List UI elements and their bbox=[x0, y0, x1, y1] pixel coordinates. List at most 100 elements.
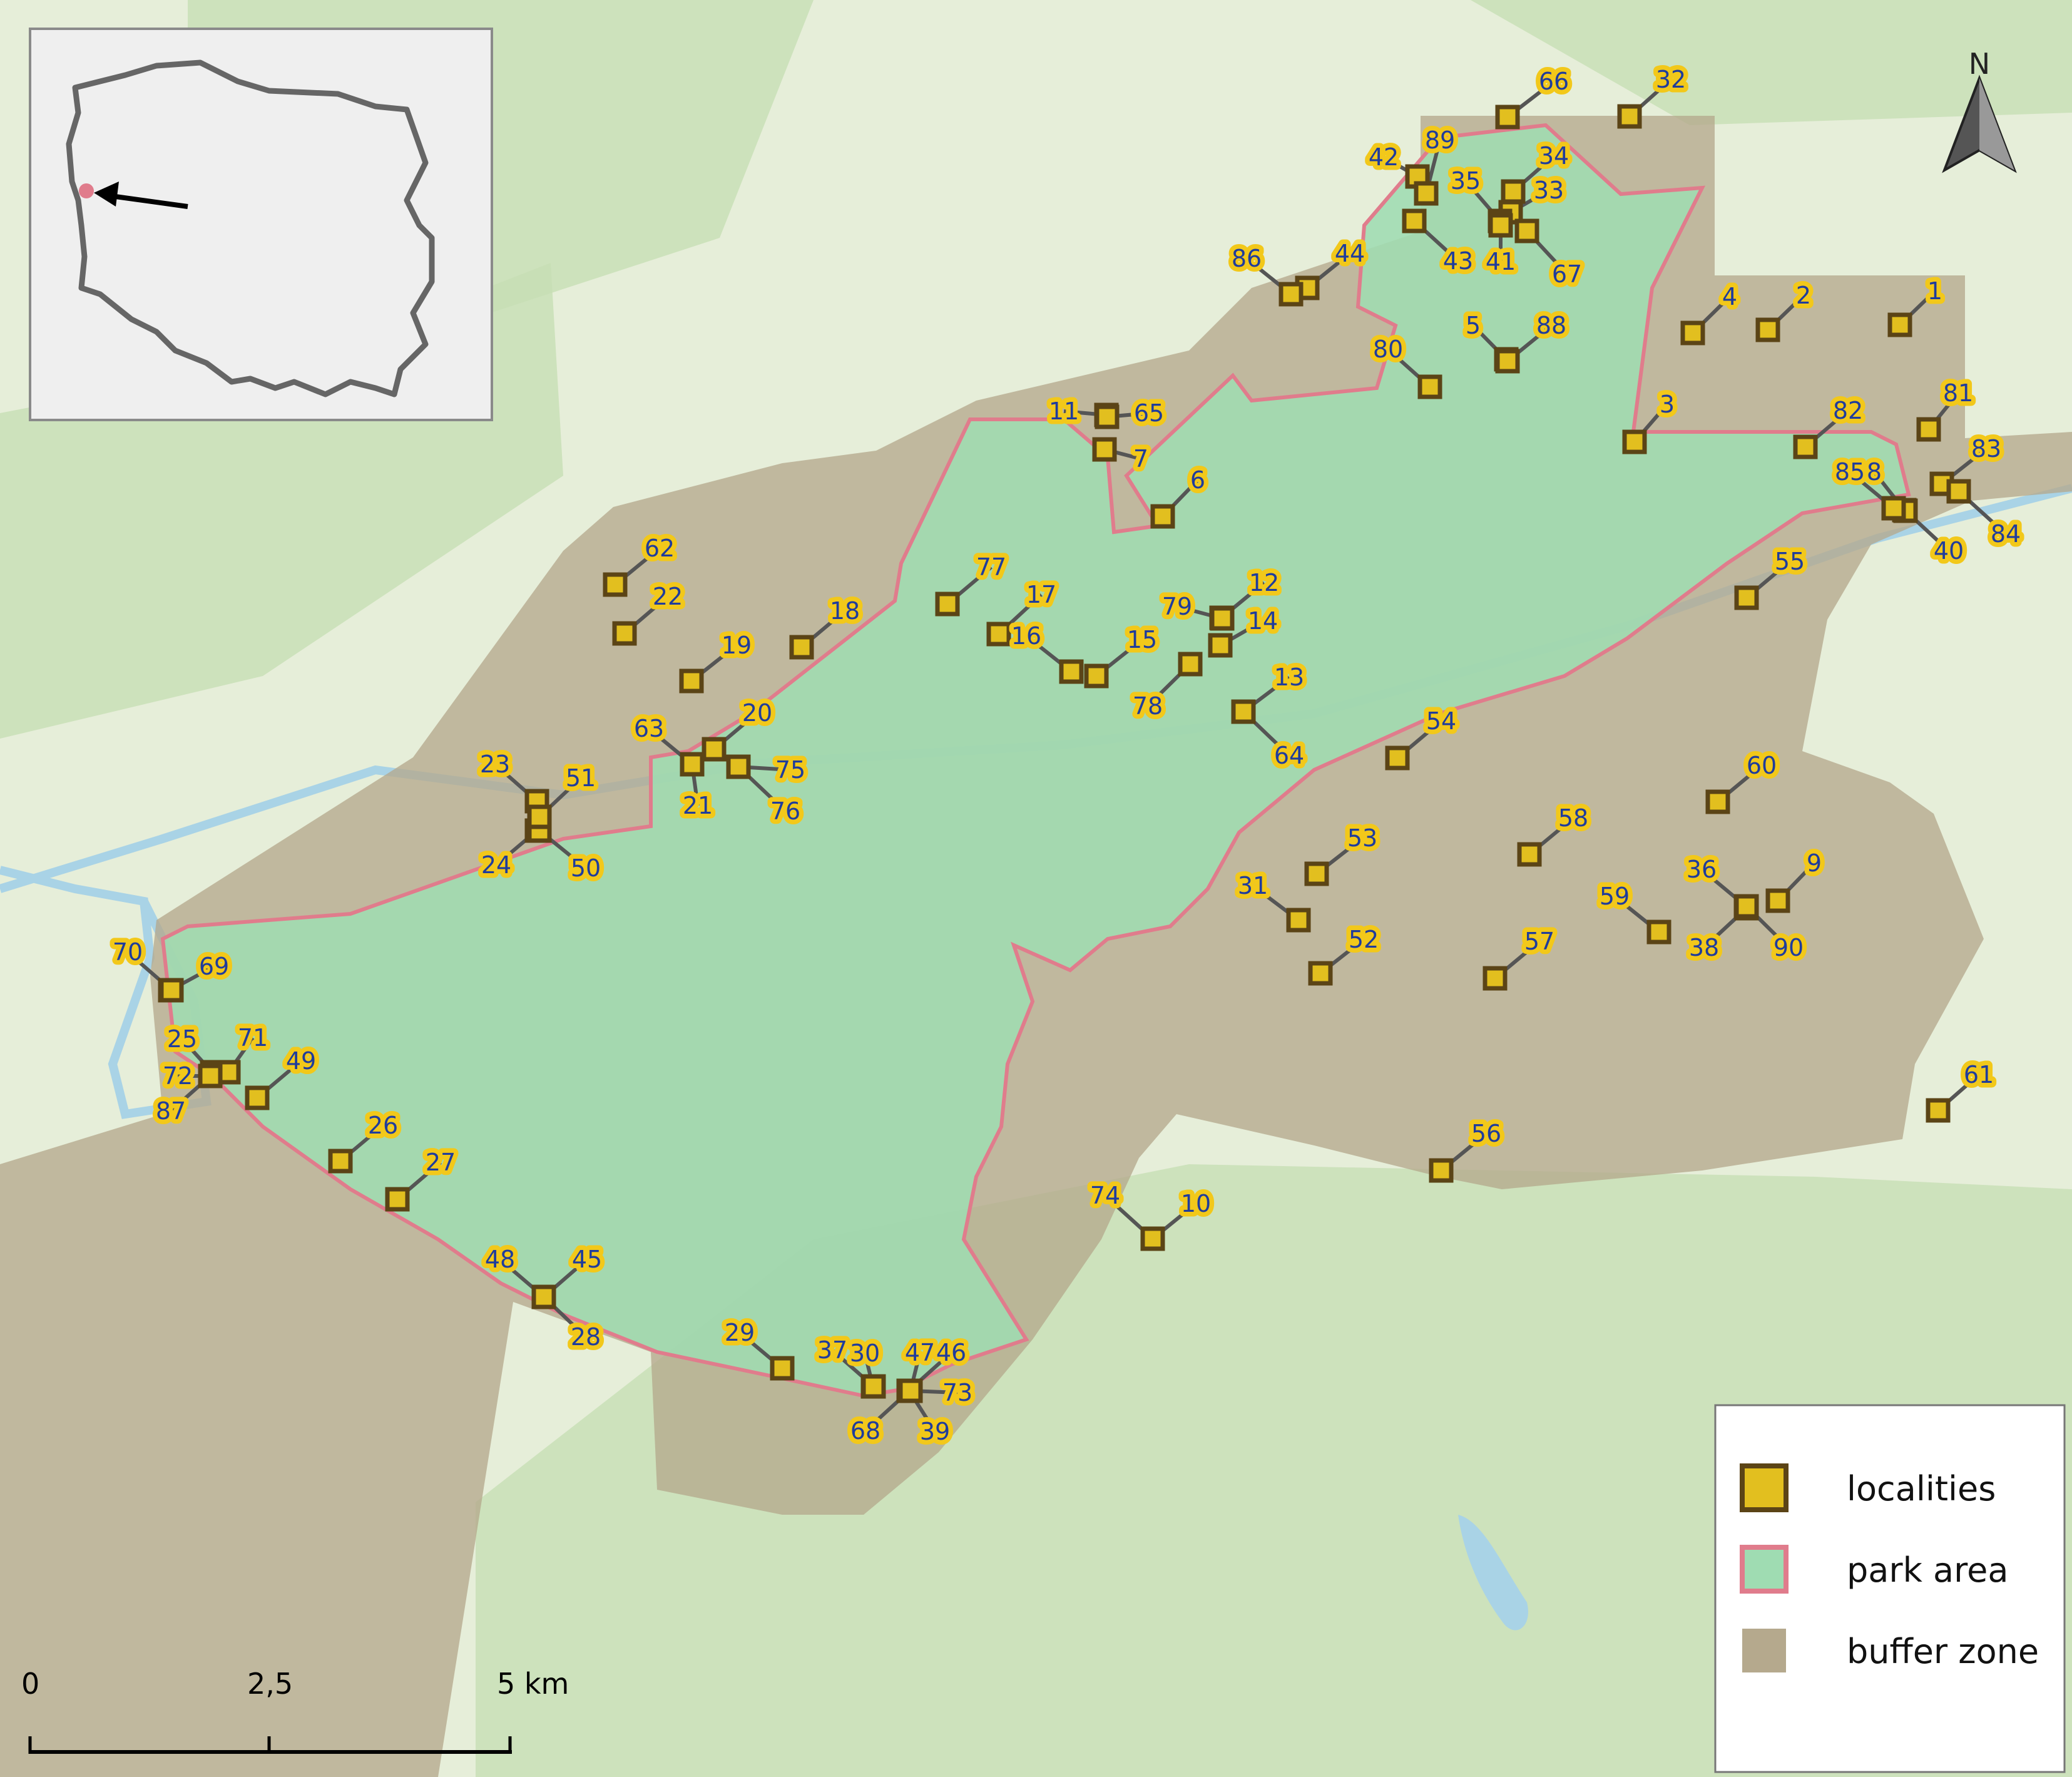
locality-label-72: 72 bbox=[163, 1062, 193, 1090]
locality-label-42: 42 bbox=[1369, 143, 1399, 171]
locality-marker-64 bbox=[1231, 699, 1256, 724]
locality-marker-43 bbox=[1402, 208, 1427, 233]
locality-marker-74 bbox=[1140, 1226, 1165, 1251]
locality-marker-6 bbox=[1150, 504, 1175, 529]
locality-label-14: 14 bbox=[1248, 607, 1278, 635]
locality-marker-77 bbox=[935, 591, 960, 617]
locality-marker-88 bbox=[1495, 349, 1520, 374]
locality-marker-85 bbox=[1881, 496, 1906, 521]
locality-label-73: 73 bbox=[942, 1379, 972, 1406]
locality-marker-60 bbox=[1705, 789, 1730, 814]
locality-marker-53 bbox=[1304, 861, 1329, 886]
locality-label-84: 84 bbox=[1991, 520, 2021, 548]
locality-label-41: 41 bbox=[1486, 248, 1516, 275]
locality-label-15: 15 bbox=[1127, 626, 1157, 653]
locality-label-90: 90 bbox=[1773, 934, 1804, 961]
locality-label-13: 13 bbox=[1274, 663, 1304, 691]
locality-label-33: 33 bbox=[1534, 177, 1564, 204]
locality-label-75: 75 bbox=[775, 756, 805, 784]
locality-label-12: 12 bbox=[1249, 569, 1279, 597]
locality-label-38: 38 bbox=[1689, 934, 1719, 961]
locality-label-52: 52 bbox=[1349, 926, 1379, 953]
locality-marker-63 bbox=[680, 752, 705, 777]
locality-marker-66 bbox=[1495, 105, 1520, 130]
locality-label-53: 53 bbox=[1347, 824, 1377, 852]
locality-marker-19 bbox=[679, 668, 704, 694]
locality-label-55: 55 bbox=[1775, 548, 1805, 575]
locality-label-82: 82 bbox=[1833, 397, 1863, 424]
locality-label-31: 31 bbox=[1238, 872, 1268, 899]
locality-label-11: 11 bbox=[1049, 397, 1079, 425]
locality-label-16: 16 bbox=[1011, 622, 1041, 650]
locality-marker-54 bbox=[1385, 745, 1410, 771]
locality-label-3: 3 bbox=[1660, 391, 1675, 418]
legend: localities park area buffer zone bbox=[1714, 1404, 2066, 1773]
locality-marker-14 bbox=[1208, 633, 1233, 658]
locality-label-37: 37 bbox=[817, 1336, 847, 1364]
legend-label-park-area: park area bbox=[1847, 1550, 2008, 1590]
locality-marker-58 bbox=[1517, 842, 1542, 867]
locality-label-48: 48 bbox=[485, 1246, 515, 1273]
locality-label-1: 1 bbox=[1927, 277, 1942, 305]
locality-marker-34 bbox=[1501, 179, 1526, 204]
locality-marker-49 bbox=[245, 1085, 270, 1110]
locality-label-56: 56 bbox=[1471, 1120, 1501, 1147]
legend-label-localities: localities bbox=[1847, 1469, 1996, 1508]
locality-marker-18 bbox=[789, 635, 814, 660]
locality-label-63: 63 bbox=[634, 715, 664, 742]
locality-label-77: 77 bbox=[976, 553, 1006, 581]
locality-marker-76 bbox=[726, 754, 751, 779]
locality-label-23: 23 bbox=[480, 750, 510, 778]
locality-marker-27 bbox=[385, 1187, 410, 1212]
locality-label-27: 27 bbox=[426, 1149, 456, 1176]
locality-label-32: 32 bbox=[1656, 66, 1686, 93]
locality-label-19: 19 bbox=[722, 632, 752, 659]
locality-marker-73 bbox=[898, 1378, 923, 1403]
locality-label-85: 85 bbox=[1835, 458, 1865, 486]
locality-label-71: 71 bbox=[238, 1024, 268, 1052]
locality-marker-56 bbox=[1429, 1158, 1454, 1183]
locality-marker-86 bbox=[1278, 282, 1304, 307]
locality-marker-32 bbox=[1617, 104, 1642, 129]
locality-marker-20 bbox=[702, 737, 727, 762]
locality-label-17: 17 bbox=[1026, 581, 1056, 608]
locality-label-28: 28 bbox=[571, 1323, 601, 1351]
locality-label-49: 49 bbox=[286, 1047, 316, 1075]
locality-marker-22 bbox=[612, 621, 637, 646]
locality-label-78: 78 bbox=[1133, 692, 1163, 720]
locality-label-46: 46 bbox=[936, 1339, 966, 1366]
locality-label-59: 59 bbox=[1600, 883, 1630, 910]
locality-label-66: 66 bbox=[1539, 68, 1569, 95]
locality-marker-7 bbox=[1092, 437, 1117, 462]
locality-label-2: 2 bbox=[1796, 282, 1811, 309]
legend-label-buffer-zone: buffer zone bbox=[1847, 1632, 2039, 1671]
locality-marker-3 bbox=[1622, 429, 1647, 454]
legend-locality-symbol bbox=[1740, 1463, 1789, 1512]
locality-label-30: 30 bbox=[850, 1339, 880, 1367]
locality-label-86: 86 bbox=[1232, 245, 1262, 272]
locality-marker-62 bbox=[603, 572, 628, 597]
locality-marker-78 bbox=[1178, 652, 1203, 677]
legend-park-symbol bbox=[1740, 1545, 1789, 1594]
locality-label-87: 87 bbox=[156, 1097, 186, 1125]
locality-label-67: 67 bbox=[1552, 260, 1582, 288]
locality-label-20: 20 bbox=[742, 699, 772, 727]
scale-label-0: 0 bbox=[21, 1667, 39, 1701]
locality-label-9: 9 bbox=[1807, 849, 1822, 877]
locality-label-62: 62 bbox=[645, 535, 675, 562]
locality-label-24: 24 bbox=[481, 851, 511, 879]
locality-marker-90 bbox=[1734, 894, 1759, 919]
locality-label-76: 76 bbox=[770, 797, 800, 825]
locality-label-36: 36 bbox=[1687, 856, 1717, 883]
locality-label-35: 35 bbox=[1451, 167, 1481, 195]
locality-label-51: 51 bbox=[566, 764, 596, 792]
locality-label-25: 25 bbox=[167, 1025, 197, 1053]
locality-marker-37 bbox=[861, 1374, 886, 1399]
locality-label-65: 65 bbox=[1134, 399, 1164, 427]
scale-label-5-km: 5 km bbox=[497, 1667, 569, 1701]
locality-marker-61 bbox=[1926, 1098, 1951, 1123]
locality-marker-65 bbox=[1095, 404, 1120, 429]
locality-marker-81 bbox=[1916, 417, 1941, 442]
locality-label-70: 70 bbox=[113, 938, 143, 966]
locality-label-57: 57 bbox=[1524, 928, 1554, 955]
